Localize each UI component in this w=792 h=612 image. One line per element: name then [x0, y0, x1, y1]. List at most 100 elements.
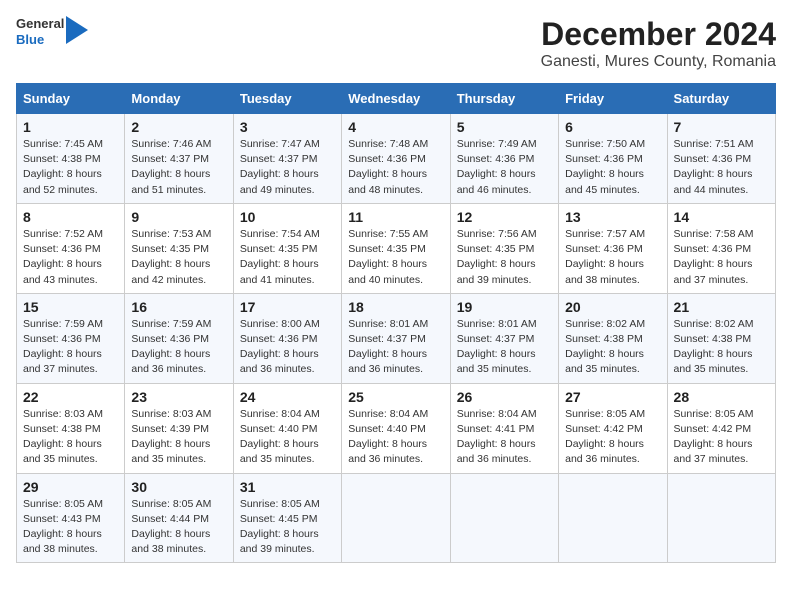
- calendar-week-row: 8 Sunrise: 7:52 AMSunset: 4:36 PMDayligh…: [17, 203, 776, 293]
- logo: General Blue: [16, 16, 88, 47]
- calendar-cell: 10 Sunrise: 7:54 AMSunset: 4:35 PMDaylig…: [233, 203, 341, 293]
- day-detail: Sunrise: 7:46 AMSunset: 4:37 PMDaylight:…: [131, 138, 211, 196]
- day-number: 24: [240, 389, 335, 405]
- logo-text: General Blue: [16, 16, 64, 47]
- col-sunday: Sunday: [17, 84, 125, 114]
- day-detail: Sunrise: 7:47 AMSunset: 4:37 PMDaylight:…: [240, 138, 320, 196]
- day-detail: Sunrise: 7:52 AMSunset: 4:36 PMDaylight:…: [23, 228, 103, 286]
- calendar-cell: 12 Sunrise: 7:56 AMSunset: 4:35 PMDaylig…: [450, 203, 558, 293]
- page-title: December 2024: [541, 16, 776, 53]
- day-detail: Sunrise: 7:55 AMSunset: 4:35 PMDaylight:…: [348, 228, 428, 286]
- day-number: 5: [457, 119, 552, 135]
- col-friday: Friday: [559, 84, 667, 114]
- day-number: 22: [23, 389, 118, 405]
- calendar-table: Sunday Monday Tuesday Wednesday Thursday…: [16, 83, 776, 563]
- calendar-cell: 3 Sunrise: 7:47 AMSunset: 4:37 PMDayligh…: [233, 114, 341, 204]
- day-detail: Sunrise: 8:05 AMSunset: 4:44 PMDaylight:…: [131, 498, 211, 556]
- day-detail: Sunrise: 8:05 AMSunset: 4:45 PMDaylight:…: [240, 498, 320, 556]
- day-detail: Sunrise: 8:04 AMSunset: 4:41 PMDaylight:…: [457, 408, 537, 466]
- col-wednesday: Wednesday: [342, 84, 450, 114]
- col-monday: Monday: [125, 84, 233, 114]
- calendar-cell: 2 Sunrise: 7:46 AMSunset: 4:37 PMDayligh…: [125, 114, 233, 204]
- day-number: 6: [565, 119, 660, 135]
- day-detail: Sunrise: 7:58 AMSunset: 4:36 PMDaylight:…: [674, 228, 754, 286]
- calendar-cell: 19 Sunrise: 8:01 AMSunset: 4:37 PMDaylig…: [450, 293, 558, 383]
- calendar-cell: 16 Sunrise: 7:59 AMSunset: 4:36 PMDaylig…: [125, 293, 233, 383]
- day-number: 7: [674, 119, 769, 135]
- calendar-cell: 26 Sunrise: 8:04 AMSunset: 4:41 PMDaylig…: [450, 383, 558, 473]
- calendar-cell: 29 Sunrise: 8:05 AMSunset: 4:43 PMDaylig…: [17, 473, 125, 563]
- day-number: 3: [240, 119, 335, 135]
- day-number: 12: [457, 209, 552, 225]
- calendar-cell: 25 Sunrise: 8:04 AMSunset: 4:40 PMDaylig…: [342, 383, 450, 473]
- day-detail: Sunrise: 8:04 AMSunset: 4:40 PMDaylight:…: [348, 408, 428, 466]
- calendar-cell: 18 Sunrise: 8:01 AMSunset: 4:37 PMDaylig…: [342, 293, 450, 383]
- page-header: General Blue December 2024 Ganesti, Mure…: [16, 16, 776, 71]
- day-detail: Sunrise: 7:56 AMSunset: 4:35 PMDaylight:…: [457, 228, 537, 286]
- day-number: 1: [23, 119, 118, 135]
- calendar-week-row: 15 Sunrise: 7:59 AMSunset: 4:36 PMDaylig…: [17, 293, 776, 383]
- day-number: 10: [240, 209, 335, 225]
- day-number: 27: [565, 389, 660, 405]
- day-detail: Sunrise: 7:49 AMSunset: 4:36 PMDaylight:…: [457, 138, 537, 196]
- day-detail: Sunrise: 7:51 AMSunset: 4:36 PMDaylight:…: [674, 138, 754, 196]
- calendar-cell: 5 Sunrise: 7:49 AMSunset: 4:36 PMDayligh…: [450, 114, 558, 204]
- calendar-cell: 28 Sunrise: 8:05 AMSunset: 4:42 PMDaylig…: [667, 383, 775, 473]
- day-number: 13: [565, 209, 660, 225]
- calendar-cell: 6 Sunrise: 7:50 AMSunset: 4:36 PMDayligh…: [559, 114, 667, 204]
- calendar-cell: 23 Sunrise: 8:03 AMSunset: 4:39 PMDaylig…: [125, 383, 233, 473]
- day-detail: Sunrise: 8:05 AMSunset: 4:42 PMDaylight:…: [565, 408, 645, 466]
- day-detail: Sunrise: 7:59 AMSunset: 4:36 PMDaylight:…: [131, 318, 211, 376]
- col-tuesday: Tuesday: [233, 84, 341, 114]
- calendar-cell: 13 Sunrise: 7:57 AMSunset: 4:36 PMDaylig…: [559, 203, 667, 293]
- calendar-cell: 7 Sunrise: 7:51 AMSunset: 4:36 PMDayligh…: [667, 114, 775, 204]
- day-detail: Sunrise: 8:03 AMSunset: 4:38 PMDaylight:…: [23, 408, 103, 466]
- calendar-cell: 14 Sunrise: 7:58 AMSunset: 4:36 PMDaylig…: [667, 203, 775, 293]
- day-number: 28: [674, 389, 769, 405]
- calendar-cell: [450, 473, 558, 563]
- logo-arrow-icon: [66, 16, 88, 44]
- day-number: 23: [131, 389, 226, 405]
- day-detail: Sunrise: 7:50 AMSunset: 4:36 PMDaylight:…: [565, 138, 645, 196]
- day-detail: Sunrise: 8:04 AMSunset: 4:40 PMDaylight:…: [240, 408, 320, 466]
- day-number: 17: [240, 299, 335, 315]
- day-detail: Sunrise: 8:02 AMSunset: 4:38 PMDaylight:…: [674, 318, 754, 376]
- page-subtitle: Ganesti, Mures County, Romania: [541, 53, 776, 71]
- logo-general: General: [16, 16, 64, 32]
- day-detail: Sunrise: 7:53 AMSunset: 4:35 PMDaylight:…: [131, 228, 211, 286]
- day-number: 21: [674, 299, 769, 315]
- day-number: 19: [457, 299, 552, 315]
- calendar-cell: [559, 473, 667, 563]
- day-detail: Sunrise: 8:00 AMSunset: 4:36 PMDaylight:…: [240, 318, 320, 376]
- calendar-cell: 8 Sunrise: 7:52 AMSunset: 4:36 PMDayligh…: [17, 203, 125, 293]
- calendar-cell: 30 Sunrise: 8:05 AMSunset: 4:44 PMDaylig…: [125, 473, 233, 563]
- day-detail: Sunrise: 8:05 AMSunset: 4:42 PMDaylight:…: [674, 408, 754, 466]
- day-number: 20: [565, 299, 660, 315]
- day-detail: Sunrise: 7:59 AMSunset: 4:36 PMDaylight:…: [23, 318, 103, 376]
- day-number: 18: [348, 299, 443, 315]
- day-detail: Sunrise: 8:05 AMSunset: 4:43 PMDaylight:…: [23, 498, 103, 556]
- calendar-cell: 22 Sunrise: 8:03 AMSunset: 4:38 PMDaylig…: [17, 383, 125, 473]
- day-number: 26: [457, 389, 552, 405]
- day-number: 30: [131, 479, 226, 495]
- day-number: 2: [131, 119, 226, 135]
- day-detail: Sunrise: 7:54 AMSunset: 4:35 PMDaylight:…: [240, 228, 320, 286]
- title-block: December 2024 Ganesti, Mures County, Rom…: [541, 16, 776, 71]
- day-number: 31: [240, 479, 335, 495]
- calendar-body: 1 Sunrise: 7:45 AMSunset: 4:38 PMDayligh…: [17, 114, 776, 563]
- day-number: 11: [348, 209, 443, 225]
- day-detail: Sunrise: 8:03 AMSunset: 4:39 PMDaylight:…: [131, 408, 211, 466]
- calendar-cell: 27 Sunrise: 8:05 AMSunset: 4:42 PMDaylig…: [559, 383, 667, 473]
- calendar-week-row: 22 Sunrise: 8:03 AMSunset: 4:38 PMDaylig…: [17, 383, 776, 473]
- calendar-cell: 31 Sunrise: 8:05 AMSunset: 4:45 PMDaylig…: [233, 473, 341, 563]
- day-detail: Sunrise: 8:02 AMSunset: 4:38 PMDaylight:…: [565, 318, 645, 376]
- calendar-cell: 15 Sunrise: 7:59 AMSunset: 4:36 PMDaylig…: [17, 293, 125, 383]
- day-number: 15: [23, 299, 118, 315]
- calendar-cell: [342, 473, 450, 563]
- day-detail: Sunrise: 7:57 AMSunset: 4:36 PMDaylight:…: [565, 228, 645, 286]
- day-number: 9: [131, 209, 226, 225]
- calendar-cell: 24 Sunrise: 8:04 AMSunset: 4:40 PMDaylig…: [233, 383, 341, 473]
- day-detail: Sunrise: 7:45 AMSunset: 4:38 PMDaylight:…: [23, 138, 103, 196]
- col-thursday: Thursday: [450, 84, 558, 114]
- day-number: 16: [131, 299, 226, 315]
